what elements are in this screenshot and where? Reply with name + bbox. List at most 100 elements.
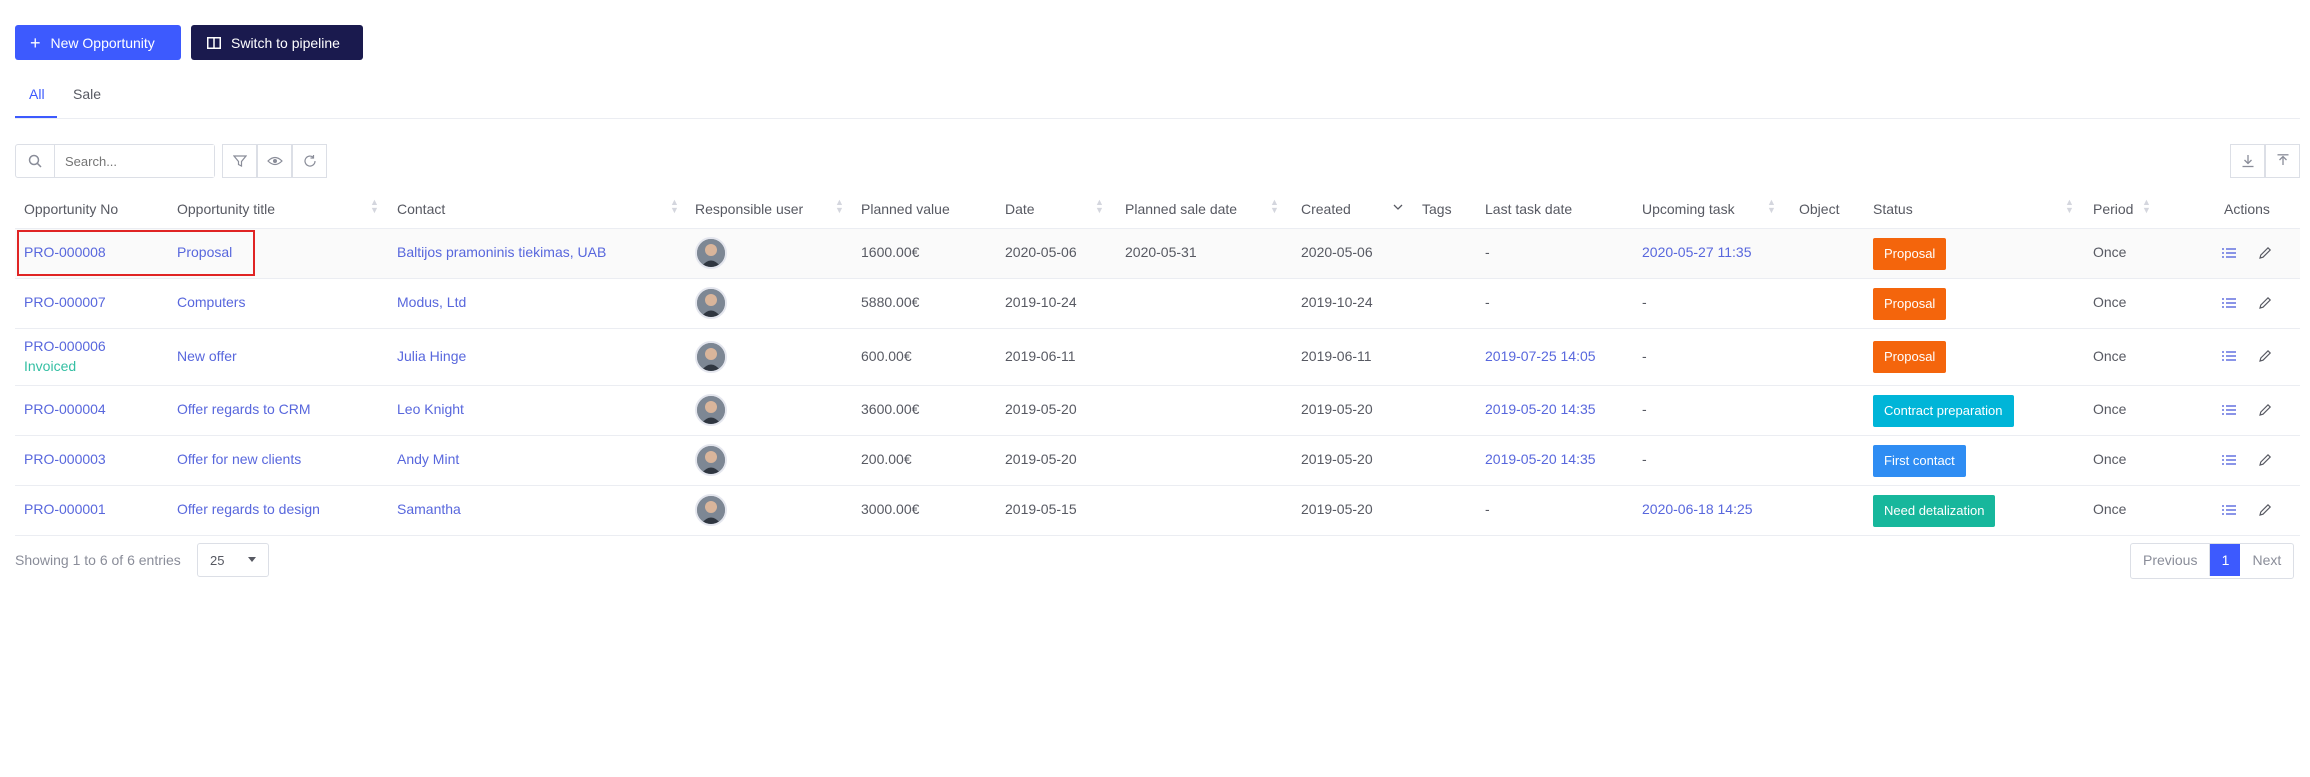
edit-pencil-icon[interactable] [2255,243,2275,263]
column-upcoming-task[interactable]: Upcoming task [1642,201,1735,217]
opportunity-title-link[interactable]: Proposal [177,244,232,260]
opportunity-title-link[interactable]: Offer regards to CRM [177,401,311,417]
date-value: 2020-05-06 [1005,244,1077,260]
details-list-icon[interactable] [2219,500,2239,520]
column-opportunity-no[interactable]: Opportunity No [24,201,118,217]
contact-link[interactable]: Julia Hinge [397,348,466,364]
status-badge: Proposal [1873,288,1947,320]
details-list-icon[interactable] [2219,400,2239,420]
visibility-button[interactable] [257,144,292,178]
opportunity-title-link[interactable]: Offer regards to design [177,501,320,517]
tab-all[interactable]: All [29,86,45,102]
details-list-icon[interactable] [2219,243,2239,263]
period-value: Once [2093,244,2127,260]
column-contact[interactable]: Contact [397,201,445,217]
search-input[interactable] [55,145,214,177]
edit-pencil-icon[interactable] [2255,293,2275,313]
contact-link[interactable]: Baltijos pramoninis tiekimas, UAB [397,244,606,260]
avatar[interactable] [695,237,727,269]
column-planned-sale-date[interactable]: Planned sale date [1125,201,1237,217]
details-list-icon[interactable] [2219,293,2239,313]
download-button[interactable] [2230,144,2265,178]
tab-active-indicator [15,116,57,118]
status-badge: Contract preparation [1873,395,2014,427]
contact-link[interactable]: Modus, Ltd [397,294,466,310]
upcoming-task-link[interactable]: 2020-05-27 11:35 [1642,244,1752,260]
download-icon [2241,154,2255,168]
sort-icon: ▲ ▼ [835,197,844,215]
column-status[interactable]: Status [1873,201,1913,217]
edit-pencil-icon[interactable] [2255,346,2275,366]
contact-link[interactable]: Samantha [397,501,461,517]
upcoming-task-value: - [1642,294,1647,310]
edit-pencil-icon[interactable] [2255,450,2275,470]
last-task-date-link[interactable]: 2019-05-20 14:35 [1485,451,1596,467]
opportunity-no-link[interactable]: PRO-000007 [24,294,106,310]
edit-pencil-icon[interactable] [2255,400,2275,420]
upcoming-task-link[interactable]: 2020-06-18 14:25 [1642,501,1753,517]
avatar[interactable] [695,494,727,526]
date-value: 2019-05-20 [1005,451,1077,467]
page-size-select[interactable]: 25 [197,543,269,577]
avatar[interactable] [695,394,727,426]
date-value: 2019-05-20 [1005,401,1077,417]
column-responsible-user[interactable]: Responsible user [695,201,803,217]
refresh-button[interactable] [292,144,327,178]
previous-page-button[interactable]: Previous [2131,544,2211,576]
contact-link[interactable]: Leo Knight [397,401,464,417]
sort-icon: ▲ ▼ [670,197,679,215]
table-header: Opportunity No ▲ ▼ Opportunity title Cont… [15,190,2300,229]
details-list-icon[interactable] [2219,450,2239,470]
new-opportunity-button[interactable]: + New Opportunity [15,25,181,60]
status-badge: Proposal [1873,341,1947,373]
next-page-button[interactable]: Next [2240,544,2293,576]
column-date[interactable]: Date [1005,201,1035,217]
opportunity-no-link[interactable]: PRO-000004 [24,401,106,417]
column-last-task-date[interactable]: Last task date [1485,201,1572,217]
contact-link[interactable]: Andy Mint [397,451,459,467]
search-icon[interactable] [16,145,55,177]
avatar[interactable] [695,444,727,476]
filter-button[interactable] [222,144,257,178]
column-created[interactable]: Created [1301,201,1351,217]
switch-to-pipeline-button[interactable]: Switch to pipeline [191,25,363,60]
status-badge: Need detalization [1873,495,1996,527]
column-object[interactable]: Object [1799,201,1839,217]
column-opportunity-title[interactable]: Opportunity title [177,201,275,217]
opportunity-no-link[interactable]: PRO-000006 [24,338,106,354]
upcoming-task-value: - [1642,451,1647,467]
column-period[interactable]: Period [2093,201,2133,217]
page-number-button[interactable]: 1 [2210,544,2241,576]
last-task-date-link[interactable]: 2019-07-25 14:05 [1485,348,1596,364]
column-planned-value[interactable]: Planned value [861,201,950,217]
opportunity-no-link[interactable]: PRO-000001 [24,501,106,517]
table-row: PRO-000006 Invoiced New offer Julia Hing… [15,329,2300,386]
created-value: 2019-10-24 [1301,294,1373,310]
opportunities-table: Opportunity No ▲ ▼ Opportunity title Cont… [15,190,2300,536]
tab-sale[interactable]: Sale [73,86,101,102]
last-task-date-link[interactable]: 2019-05-20 14:35 [1485,401,1596,417]
invoiced-label: Invoiced [24,358,77,374]
details-list-icon[interactable] [2219,346,2239,366]
opportunity-title-link[interactable]: New offer [177,348,237,364]
avatar[interactable] [695,287,727,319]
last-task-date-value: - [1485,244,1490,260]
opportunity-no-link[interactable]: PRO-000008 [24,244,106,260]
created-value: 2019-05-20 [1301,451,1373,467]
search-box [15,144,215,178]
status-badge: Proposal [1873,238,1947,270]
planned-value: 200.00€ [861,451,912,467]
edit-pencil-icon[interactable] [2255,500,2275,520]
avatar[interactable] [695,341,727,373]
column-tags[interactable]: Tags [1422,201,1452,217]
sort-desc-icon [1393,198,1403,214]
sort-icon: ▲ ▼ [370,197,379,215]
table-row: PRO-000008 Proposal Baltijos pramoninis … [15,229,2300,279]
opportunity-no-link[interactable]: PRO-000003 [24,451,106,467]
upload-button[interactable] [2265,144,2300,178]
opportunity-title-link[interactable]: Computers [177,294,245,310]
planned-value: 5880.00€ [861,294,920,310]
opportunity-title-link[interactable]: Offer for new clients [177,451,301,467]
period-value: Once [2093,348,2127,364]
new-opportunity-label: New Opportunity [50,34,155,51]
